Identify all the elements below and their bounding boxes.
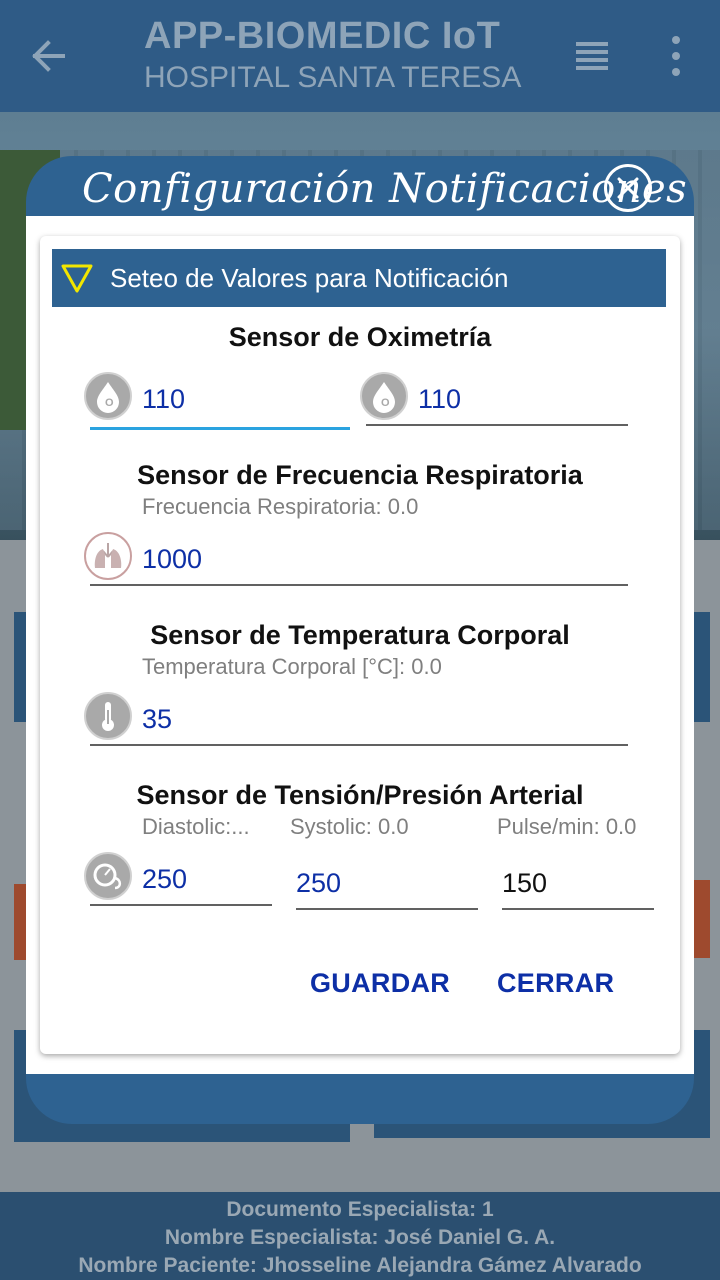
oximetry-title: Sensor de Oximetría	[228, 322, 492, 352]
close-icon	[617, 177, 639, 199]
section-header[interactable]: Seteo de Valores para Notificación	[52, 249, 666, 307]
respiratory-value: 1000	[142, 544, 203, 574]
collapse-triangle-icon	[61, 264, 93, 293]
background-card	[694, 880, 710, 958]
specialist-name: Nombre Especialista: José Daniel G. A.	[164, 1226, 556, 1249]
save-button[interactable]: GUARDAR	[310, 968, 450, 999]
thermometer-icon	[84, 692, 132, 740]
app-title: APP-BIOMEDIC IoT	[144, 15, 501, 57]
pulse-value: 150	[502, 868, 548, 898]
respiratory-reading: Frecuencia Respiratoria: 0.0	[142, 494, 419, 519]
arrow-back-icon	[32, 40, 65, 72]
respiratory-title: Sensor de Frecuencia Respiratoria	[137, 460, 583, 490]
section-label: Seteo de Valores para Notificación	[110, 263, 509, 293]
settings-panel: Seteo de Valores para Notificación Senso…	[40, 236, 680, 1054]
more-vert-icon	[672, 36, 680, 44]
dialog-close-button[interactable]	[604, 164, 652, 212]
diastolic-label: Diastolic:...	[142, 814, 250, 839]
temperature-title: Sensor de Temperatura Corporal	[150, 620, 570, 650]
list-menu-button[interactable]	[572, 36, 612, 76]
blood-pressure-icon	[84, 852, 132, 900]
pulse-input[interactable]: 150	[502, 860, 654, 910]
diastolic-value: 250	[142, 864, 188, 894]
svg-text:O: O	[105, 397, 114, 409]
oxygen-drop-icon: O	[360, 372, 408, 420]
temperature-value: 35	[142, 704, 173, 734]
oxygen-drop-icon: O	[84, 372, 132, 420]
back-button[interactable]	[24, 28, 72, 84]
oximetry-max-value: 110	[418, 384, 462, 414]
pulse-label: Pulse/min: 0.0	[497, 814, 637, 839]
footer-info: Documento Especialista: 1 Nombre Especia…	[0, 1192, 720, 1280]
pressure-title: Sensor de Tensión/Presión Arterial	[136, 780, 584, 810]
list-icon	[576, 42, 608, 70]
respiratory-input[interactable]: 1000	[90, 536, 628, 586]
close-button[interactable]: CERRAR	[497, 968, 614, 999]
more-options-button[interactable]	[660, 32, 692, 80]
notification-config-dialog: Configuración Notificaciones Seteo de Va…	[26, 156, 694, 1124]
patient-name: Nombre Paciente: Jhosseline Alejandra Gá…	[78, 1254, 642, 1277]
temperature-input[interactable]: 35	[90, 696, 628, 746]
oximetry-min-value: 110	[142, 384, 186, 414]
systolic-value: 250	[296, 868, 342, 898]
lungs-icon	[84, 532, 132, 580]
systolic-label: Systolic: 0.0	[290, 814, 409, 839]
systolic-input[interactable]: 250	[296, 860, 478, 910]
temperature-reading: Temperatura Corporal [°C]: 0.0	[142, 654, 442, 679]
dialog-title: Configuración Notificaciones	[82, 166, 688, 212]
specialist-document: Documento Especialista: 1	[226, 1198, 494, 1221]
app-subtitle: HOSPITAL SANTA TERESA	[144, 61, 522, 94]
app-bar: APP-BIOMEDIC IoT HOSPITAL SANTA TERESA	[0, 0, 720, 112]
svg-text:O: O	[381, 397, 390, 409]
